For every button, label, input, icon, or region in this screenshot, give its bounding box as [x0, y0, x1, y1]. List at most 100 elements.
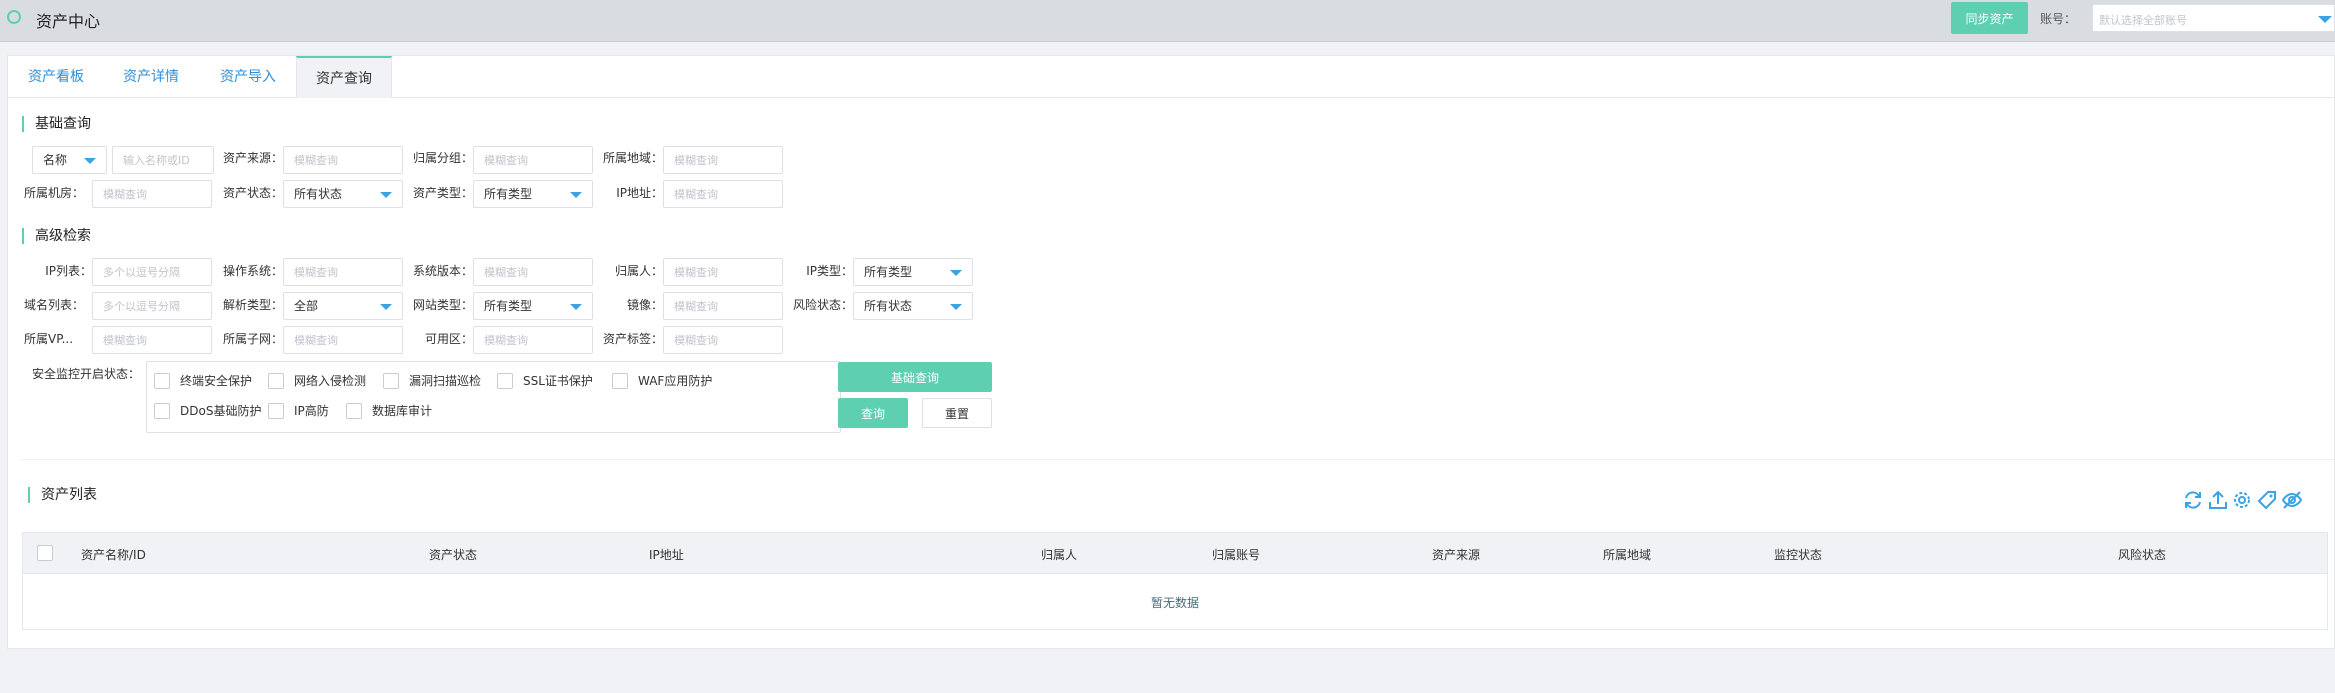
os-version-label: 系统版本： — [412, 264, 473, 278]
chevron-down-icon — [570, 192, 582, 198]
page-title: 资产中心 — [36, 12, 101, 31]
risk-status-label: 风险状态： — [792, 298, 853, 312]
ip-type-select[interactable]: 所有类型 — [853, 258, 973, 286]
zone-label: 可用区： — [424, 332, 473, 346]
checkbox-label: WAF应用防护 — [638, 374, 713, 388]
select-all-checkbox[interactable] — [37, 545, 53, 561]
tab-query[interactable]: 资产查询 — [296, 56, 392, 98]
os-label: 操作系统： — [222, 264, 283, 278]
logo-circle-icon — [7, 10, 21, 24]
os-version-input[interactable] — [473, 258, 593, 286]
checkbox-icon[interactable] — [612, 372, 628, 389]
resolve-type-value: 全部 — [294, 299, 319, 313]
checkbox-vuln-scan[interactable]: 漏洞扫描巡检 — [383, 372, 481, 389]
column-header: 资产来源 — [1432, 548, 1481, 562]
query-button[interactable]: 查询 — [838, 398, 908, 428]
checkbox-db-audit[interactable]: 数据库审计 — [346, 402, 432, 419]
column-header: 资产名称/ID — [81, 548, 146, 562]
name-type-value: 名称 — [43, 153, 68, 167]
tab-import[interactable]: 资产导入 — [220, 56, 276, 98]
vpc-input[interactable] — [92, 326, 212, 354]
asset-status-label: 资产状态： — [222, 186, 283, 200]
asset-source-input[interactable] — [283, 146, 403, 174]
column-header: 资产状态 — [429, 548, 478, 562]
chevron-down-icon — [950, 304, 962, 310]
site-type-label: 网站类型： — [412, 298, 473, 312]
checkbox-icon[interactable] — [383, 372, 399, 389]
owner-label: 归属人： — [614, 264, 663, 278]
checkbox-ip-defense[interactable]: IP高防 — [268, 402, 329, 419]
checkbox-icon[interactable] — [497, 372, 513, 389]
checkbox-waf[interactable]: WAF应用防护 — [612, 372, 712, 389]
checkbox-ssl-protection[interactable]: SSL证书保护 — [497, 372, 593, 389]
risk-status-value: 所有状态 — [864, 299, 913, 313]
asset-type-value: 所有类型 — [484, 187, 533, 201]
tab-bar: 资产看板 资产详情 资产导入 资产查询 — [8, 56, 2335, 98]
account-select[interactable]: 默认选择全部账号 — [2092, 4, 2335, 32]
domain-list-label: 域名列表： — [24, 298, 85, 312]
column-header: 归属人 — [1041, 548, 1078, 562]
tag-edit-icon[interactable] — [2256, 489, 2278, 511]
asset-status-select[interactable]: 所有状态 — [283, 180, 403, 208]
checkbox-label: 终端安全保护 — [180, 374, 253, 388]
risk-status-select[interactable]: 所有状态 — [853, 292, 973, 320]
checkbox-label: 网络入侵检测 — [294, 374, 367, 388]
name-type-select[interactable]: 名称 — [32, 146, 107, 174]
chevron-down-icon — [84, 158, 96, 164]
os-input[interactable] — [283, 258, 403, 286]
site-type-value: 所有类型 — [484, 299, 533, 313]
asset-tag-label: 资产标签： — [602, 332, 663, 346]
resolve-type-select[interactable]: 全部 — [283, 292, 403, 320]
checkbox-icon[interactable] — [268, 402, 284, 419]
column-header: 所属地域 — [1603, 548, 1652, 562]
chevron-down-icon — [570, 304, 582, 310]
asset-type-select[interactable]: 所有类型 — [473, 180, 593, 208]
ip-list-input[interactable] — [92, 258, 212, 286]
checkbox-ddos[interactable]: DDoS基础防护 — [154, 402, 261, 419]
tab-details[interactable]: 资产详情 — [123, 56, 179, 98]
subnet-label: 所属子网： — [222, 332, 283, 346]
monitor-status-label: 安全监控开启状态： — [32, 367, 141, 381]
table-body: 暂无数据 — [22, 574, 2328, 630]
sync-assets-button[interactable]: 同步资产 — [1951, 2, 2028, 34]
asset-list-title: 资产列表 — [28, 487, 97, 503]
ip-address-input[interactable] — [663, 180, 783, 208]
checkbox-icon[interactable] — [268, 372, 284, 389]
reset-button[interactable]: 重置 — [922, 398, 992, 428]
checkbox-icon[interactable] — [154, 402, 170, 419]
site-type-select[interactable]: 所有类型 — [473, 292, 593, 320]
chevron-down-icon — [380, 304, 392, 310]
domain-list-input[interactable] — [92, 292, 212, 320]
hide-icon[interactable] — [2281, 489, 2303, 511]
advanced-search-title: 高级检索 — [22, 228, 91, 244]
zone-input[interactable] — [473, 326, 593, 354]
subnet-input[interactable] — [283, 326, 403, 354]
checkbox-endpoint-protection[interactable]: 终端安全保护 — [154, 372, 252, 389]
tab-dashboard[interactable]: 资产看板 — [28, 56, 84, 98]
asset-group-input[interactable] — [473, 146, 593, 174]
checkbox-label: 数据库审计 — [372, 404, 433, 418]
checkbox-icon[interactable] — [346, 402, 362, 419]
resolve-type-label: 解析类型： — [222, 298, 283, 312]
region-input[interactable] — [663, 146, 783, 174]
top-bar: 资产中心 同步资产 账号： 默认选择全部账号 — [0, 0, 2335, 42]
machine-room-input[interactable] — [92, 180, 212, 208]
ip-type-value: 所有类型 — [864, 265, 913, 279]
column-header: 监控状态 — [1774, 548, 1823, 562]
mirror-input[interactable] — [663, 292, 783, 320]
settings-icon[interactable] — [2231, 489, 2253, 511]
account-label: 账号： — [2040, 12, 2077, 26]
checkbox-icon[interactable] — [154, 372, 170, 389]
owner-input[interactable] — [663, 258, 783, 286]
asset-tag-input[interactable] — [663, 326, 783, 354]
refresh-icon[interactable] — [2182, 489, 2204, 511]
monitor-checkbox-group: 终端安全保护 网络入侵检测 漏洞扫描巡检 SSL证书保护 WAF应用防护 DDo… — [146, 361, 841, 433]
account-placeholder: 默认选择全部账号 — [2099, 14, 2187, 27]
basic-query-button[interactable]: 基础查询 — [838, 362, 992, 392]
checkbox-label: SSL证书保护 — [523, 374, 593, 388]
name-id-input[interactable] — [112, 146, 214, 174]
checkbox-label: DDoS基础防护 — [180, 404, 262, 418]
upload-icon[interactable] — [2207, 489, 2229, 511]
machine-room-label: 所属机房： — [24, 186, 85, 200]
checkbox-intrusion-detection[interactable]: 网络入侵检测 — [268, 372, 366, 389]
